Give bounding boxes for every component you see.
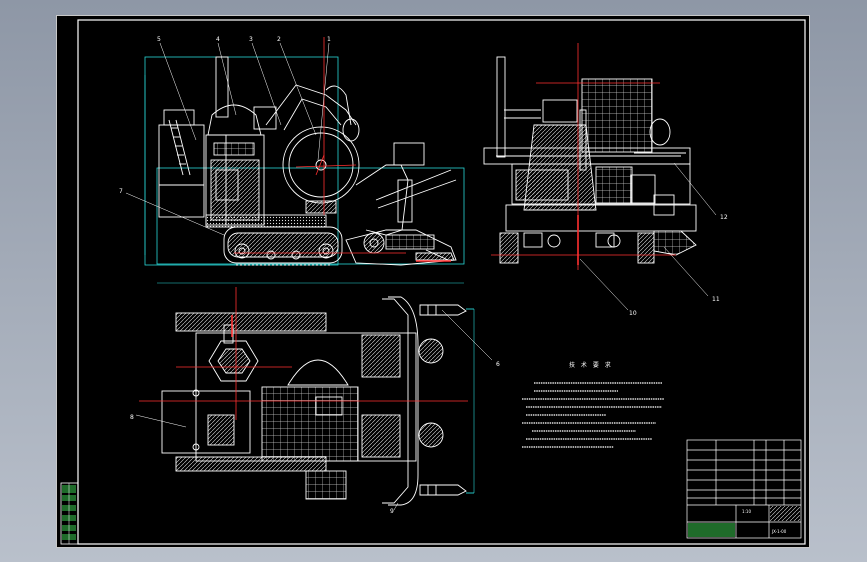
callout-6: 6 <box>496 361 500 368</box>
callout-2: 2 <box>277 36 281 43</box>
title-block <box>686 439 802 539</box>
side-callout-labels: 10 11 12 <box>629 214 728 317</box>
technical-notes: 技 术 要 求 <box>522 361 664 448</box>
callout-8: 8 <box>130 414 134 421</box>
callout-7: 7 <box>119 188 123 195</box>
callout-1: 1 <box>327 36 331 43</box>
binding-strip <box>60 482 79 545</box>
callout-4: 4 <box>216 36 220 43</box>
drawing-canvas: 5 4 3 2 1 7 10 11 12 8 6 9 技 术 要 求 1:10 … <box>56 15 810 548</box>
callout-11: 11 <box>712 296 720 303</box>
callout-10: 10 <box>629 310 637 317</box>
notes-title: 技 术 要 求 <box>569 361 613 369</box>
callout-5: 5 <box>157 36 161 43</box>
callout-9: 9 <box>390 508 394 515</box>
side-view <box>483 56 697 264</box>
callout-3: 3 <box>249 36 253 43</box>
notes-text-lines <box>522 382 664 448</box>
callout-12: 12 <box>720 214 728 221</box>
front-view <box>144 56 465 284</box>
drawing-scale: 1:10 <box>742 509 751 514</box>
drawing-sheet: 5 4 3 2 1 7 10 11 12 8 6 9 技 术 要 求 1:10 … <box>56 15 810 548</box>
outer-frame <box>56 15 810 548</box>
drawing-code: JX-1-00 <box>771 529 787 534</box>
cad-viewport[interactable]: 5 4 3 2 1 7 10 11 12 8 6 9 技 术 要 求 1:10 … <box>0 0 867 562</box>
